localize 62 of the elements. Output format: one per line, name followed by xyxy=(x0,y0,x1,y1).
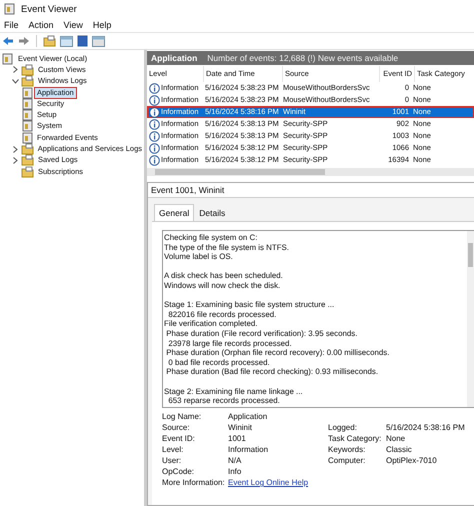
log-icon xyxy=(22,132,33,144)
property-value: Information xyxy=(228,444,270,455)
vertical-scrollbar[interactable] xyxy=(467,231,474,407)
property-value: Application xyxy=(228,411,268,422)
folder-icon xyxy=(20,143,34,156)
menu-item[interactable]: Help xyxy=(92,20,112,30)
back-arrow-icon[interactable] xyxy=(2,36,14,46)
property-label: OpCode: xyxy=(162,466,196,477)
property-label: Log Name: xyxy=(162,411,202,422)
property-value: N/A xyxy=(228,455,242,466)
help-link[interactable]: Event Log Online Help xyxy=(228,477,328,488)
property-label: More Information: xyxy=(162,477,226,488)
property-value: None xyxy=(386,433,406,444)
horizontal-scrollbar[interactable] xyxy=(147,168,474,176)
property-label: Logged: xyxy=(328,422,358,433)
folder-icon[interactable] xyxy=(43,35,56,47)
chevron-down-icon[interactable] xyxy=(12,78,19,84)
info-icon xyxy=(149,94,160,106)
chevron-right-icon[interactable] xyxy=(13,66,18,74)
property-label: Event ID: xyxy=(162,433,196,444)
folder-icon xyxy=(21,166,34,178)
property-value: Classic xyxy=(386,444,413,455)
log-icon xyxy=(22,86,33,99)
folder-icon xyxy=(21,75,34,88)
event-viewer-icon xyxy=(2,52,14,65)
info-icon xyxy=(149,154,160,166)
window-title: Event Viewer xyxy=(21,4,77,14)
menu-item[interactable]: File xyxy=(4,20,19,30)
info-icon xyxy=(149,118,160,130)
property-value: OptiPlex-7010 xyxy=(386,455,438,466)
property-label: User: xyxy=(162,455,182,466)
property-label: Level: xyxy=(162,444,184,455)
property-label: Source: xyxy=(162,422,191,433)
info-icon xyxy=(149,130,160,142)
panel-icon[interactable] xyxy=(92,35,105,47)
info-icon xyxy=(149,142,160,154)
panel-icon[interactable] xyxy=(60,35,73,47)
log-icon xyxy=(22,98,33,110)
property-value: Info xyxy=(228,466,242,477)
property-value: 5/16/2024 5:38:16 PM xyxy=(386,422,466,433)
app-icon xyxy=(4,3,16,15)
log-icon xyxy=(22,120,33,132)
folder-icon xyxy=(21,154,34,166)
chevron-right-icon[interactable] xyxy=(13,156,18,164)
chevron-right-icon[interactable] xyxy=(12,146,18,153)
log-title: Application xyxy=(151,53,198,63)
menu-item[interactable]: View xyxy=(64,20,83,30)
event-title: Event 1001, Wininit xyxy=(148,183,474,198)
property-value: 1001 xyxy=(228,433,247,444)
folder-icon xyxy=(21,64,34,76)
event-count: Number of events: 12,688 (!) New events available xyxy=(207,53,398,63)
tab[interactable]: Details xyxy=(194,204,230,221)
info-icon xyxy=(149,82,160,94)
info-icon xyxy=(149,106,160,118)
property-label: Computer: xyxy=(328,455,366,466)
forward-arrow-icon[interactable] xyxy=(18,36,30,46)
property-label: Keywords: xyxy=(328,444,366,455)
property-label: Task Category: xyxy=(328,433,382,444)
log-icon xyxy=(22,109,33,122)
menu-item[interactable]: Action xyxy=(28,20,54,30)
tab[interactable]: General xyxy=(154,204,194,221)
property-value: Wininit xyxy=(228,422,254,433)
